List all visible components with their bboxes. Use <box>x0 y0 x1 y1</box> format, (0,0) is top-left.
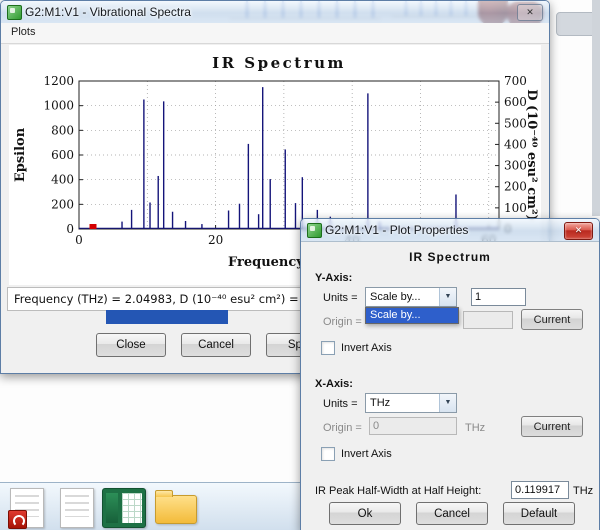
x-origin-field <box>369 417 457 435</box>
document-icon <box>60 488 94 528</box>
y-origin-field <box>463 311 513 329</box>
close-button[interactable]: Close <box>96 333 166 357</box>
y-current-button[interactable]: Current <box>521 309 583 330</box>
x-units-combo[interactable]: THz ▼ <box>365 393 457 413</box>
app-icon <box>7 5 22 20</box>
y-units-value: Scale by... <box>370 291 421 303</box>
right-tick-label: 500 <box>504 116 527 130</box>
folder-icon <box>155 490 197 524</box>
x-invert-axis-checkbox[interactable] <box>321 447 335 461</box>
y-axis-section-label: Y-Axis: <box>315 272 353 284</box>
y-scale-field[interactable] <box>471 288 526 306</box>
cancel-button[interactable]: Cancel <box>181 333 251 357</box>
desktop: G2:M1:V1 - Vibrational Spectra ✕ Plots 0… <box>0 0 600 530</box>
y-invert-axis-label: Invert Axis <box>341 342 392 354</box>
x-origin-unit: THz <box>465 422 486 434</box>
left-tick-label: 600 <box>51 148 74 162</box>
menu-plots[interactable]: Plots <box>11 26 35 38</box>
app-icon <box>307 223 322 238</box>
x-origin-label: Origin = <box>323 422 362 434</box>
x-invert-axis-label: Invert Axis <box>341 448 392 460</box>
x-units-label: Units = <box>323 398 358 410</box>
left-axis-label: Epsilon <box>13 127 28 182</box>
chevron-down-icon: ▼ <box>439 394 456 412</box>
left-tick-label: 1200 <box>43 74 74 88</box>
background-edge-strip <box>592 0 600 216</box>
dialog-header: IR Spectrum <box>409 250 491 264</box>
y-invert-axis-checkbox[interactable] <box>321 341 335 355</box>
half-width-label: IR Peak Half-Width at Half Height: <box>315 485 482 497</box>
window-title: G2:M1:V1 - Vibrational Spectra <box>25 5 191 19</box>
cursor-marker <box>89 224 97 229</box>
y-units-dropdown[interactable]: Scale by... <box>365 307 459 324</box>
y-units-label: Units = <box>323 292 358 304</box>
left-tick-label: 1000 <box>43 99 74 113</box>
right-tick-label: 300 <box>504 159 527 173</box>
dialog-title: G2:M1:V1 - Plot Properties <box>325 223 469 237</box>
default-button[interactable]: Default <box>503 502 575 525</box>
right-tick-label: 100 <box>504 201 527 215</box>
ok-button[interactable]: Ok <box>329 502 401 525</box>
dropdown-item-scale-by[interactable]: Scale by... <box>366 308 458 323</box>
chevron-down-icon: ▼ <box>439 288 456 306</box>
taskbar-item-pdf-document[interactable] <box>6 487 52 529</box>
right-tick-label: 400 <box>504 137 527 151</box>
left-tick-label: 200 <box>51 197 74 211</box>
right-axis-label: D (10⁻⁴⁰ esu² cm²) <box>524 89 539 221</box>
close-icon[interactable]: ✕ <box>517 4 543 21</box>
dialog-body: IR Spectrum Y-Axis: Units = Scale by... … <box>301 241 599 530</box>
dialog-title-bar[interactable]: G2:M1:V1 - Plot Properties ✕ <box>301 219 599 241</box>
main-title-bar[interactable]: G2:M1:V1 - Vibrational Spectra ✕ <box>1 1 549 23</box>
x-units-value: THz <box>370 397 391 409</box>
right-tick-label: 700 <box>504 74 527 88</box>
menu-bar: Plots <box>1 23 549 44</box>
half-width-field[interactable] <box>511 481 569 499</box>
y-origin-label: Origin = <box>323 316 362 328</box>
plot-properties-dialog: G2:M1:V1 - Plot Properties ✕ IR Spectrum… <box>300 218 600 530</box>
selection-highlight <box>106 310 228 324</box>
taskbar-item-folder[interactable] <box>152 487 198 529</box>
right-tick-label: 200 <box>504 180 527 194</box>
x-axis-section-label: X-Axis: <box>315 378 353 390</box>
close-icon[interactable]: ✕ <box>564 222 593 240</box>
left-tick-label: 0 <box>66 222 74 236</box>
cancel-button[interactable]: Cancel <box>416 502 488 525</box>
half-width-unit: THz <box>573 485 594 497</box>
excel-icon <box>102 488 146 528</box>
x-tick-label: 0 <box>75 233 83 247</box>
document-icon <box>8 488 44 529</box>
right-tick-label: 600 <box>504 95 527 109</box>
y-units-combo[interactable]: Scale by... ▼ <box>365 287 457 307</box>
x-tick-label: 20 <box>208 233 223 247</box>
left-tick-label: 400 <box>51 173 74 187</box>
cursor-readout: Frequency (THz) = 2.04983, D (10⁻⁴⁰ esu²… <box>14 292 321 306</box>
left-tick-label: 800 <box>51 123 74 137</box>
x-current-button[interactable]: Current <box>521 416 583 437</box>
chart-title: IR Spectrum <box>212 54 346 72</box>
taskbar-item-excel[interactable] <box>100 487 146 529</box>
taskbar-item-document[interactable] <box>56 487 102 529</box>
pdf-icon <box>8 510 27 529</box>
